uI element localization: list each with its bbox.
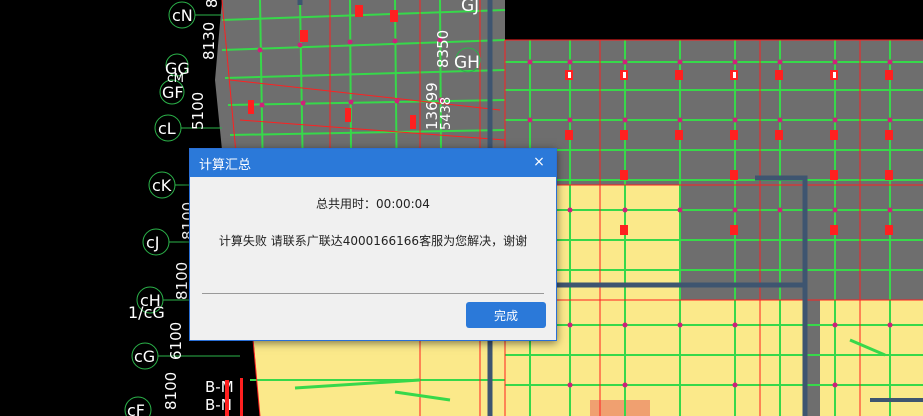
bottom-labels: B-M B-N xyxy=(205,378,234,414)
dimension-text: 5438 xyxy=(439,97,454,130)
dialog-title: 计算汇总 xyxy=(199,157,252,173)
axis-label: cN xyxy=(172,6,193,25)
dimension-text: 5100 xyxy=(189,92,207,130)
axis-label: cK xyxy=(152,176,172,195)
calculation-summary-dialog: 计算汇总 × 总共用时：00:00:04 计算失败 请联系广联达40001661… xyxy=(189,148,557,341)
dialog-title-bar: 计算汇总 × xyxy=(190,149,556,177)
axis-label: cG xyxy=(134,347,155,366)
dimension-text: 8100 xyxy=(162,372,180,410)
dimension-text: 8350 xyxy=(434,30,452,68)
dialog-separator xyxy=(202,293,544,294)
bottom-label: B-M xyxy=(205,378,234,396)
finish-button[interactable]: 完成 xyxy=(466,302,546,328)
axis-label: GF xyxy=(162,83,184,102)
axis-label: cF xyxy=(127,401,145,416)
dimension-text: 8 xyxy=(203,0,221,8)
axis-label: GH xyxy=(454,53,480,73)
dimension-text: 6100 xyxy=(167,322,185,360)
axis-label: cL xyxy=(158,119,176,138)
close-icon[interactable]: × xyxy=(530,153,548,171)
error-message-text: 计算失败 请联系广联达4000166166客服为您解决，谢谢 xyxy=(218,234,528,248)
axis-label: cJ xyxy=(146,233,160,252)
elapsed-time-text: 总共用时：00:00:04 xyxy=(316,197,430,211)
axis-label: GJ xyxy=(461,0,479,16)
slab-orange-patch xyxy=(590,400,650,416)
dimension-text: 8130 xyxy=(200,22,218,60)
axis-label: 1/cG xyxy=(128,303,165,322)
